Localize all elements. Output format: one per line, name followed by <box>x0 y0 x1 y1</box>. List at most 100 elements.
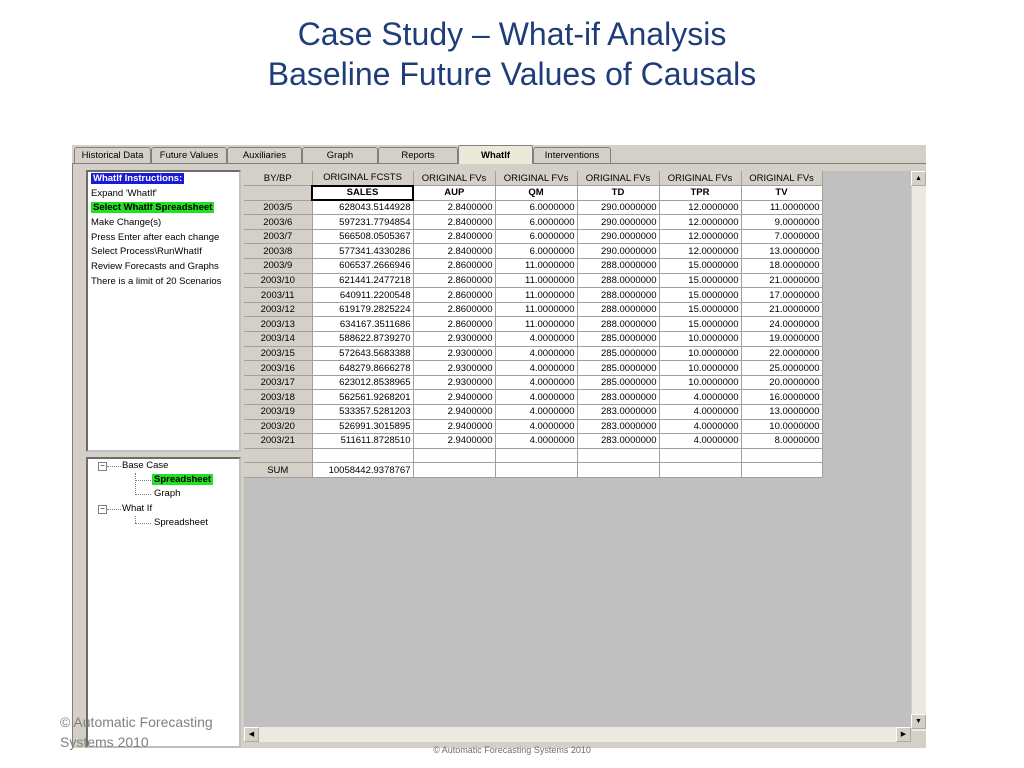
data-cell[interactable]: 13.0000000 <box>741 404 823 420</box>
data-cell[interactable]: 533357.5281203 <box>312 404 414 420</box>
data-cell[interactable]: 285.0000000 <box>577 360 660 376</box>
data-cell[interactable]: 4.0000000 <box>495 404 578 420</box>
data-cell[interactable]: 283.0000000 <box>577 419 660 435</box>
tree-node-base-case[interactable]: Base Case <box>122 459 168 473</box>
data-cell[interactable]: 18.0000000 <box>741 258 823 274</box>
empty-cell[interactable] <box>741 448 823 464</box>
data-cell[interactable]: 6.0000000 <box>495 214 578 230</box>
data-cell[interactable]: 2.9300000 <box>413 360 496 376</box>
empty-cell[interactable] <box>312 448 414 464</box>
data-cell[interactable]: 290.0000000 <box>577 229 660 245</box>
data-cell[interactable]: 288.0000000 <box>577 302 660 318</box>
data-cell[interactable]: 2.9400000 <box>413 433 496 449</box>
data-cell[interactable]: 2.8400000 <box>413 229 496 245</box>
data-cell[interactable]: 572643.5683388 <box>312 346 414 362</box>
data-cell[interactable]: 562561.9268201 <box>312 389 414 405</box>
data-cell[interactable]: 640911.2200548 <box>312 287 414 303</box>
empty-cell[interactable] <box>495 448 578 464</box>
tree-node-base-spreadsheet[interactable]: Spreadsheet <box>152 474 214 485</box>
variable-name-cell[interactable]: AUP <box>413 185 496 201</box>
data-cell[interactable]: 2.8400000 <box>413 200 496 216</box>
data-cell[interactable]: 623012.8538965 <box>312 375 414 391</box>
data-cell[interactable]: 290.0000000 <box>577 214 660 230</box>
data-cell[interactable]: 283.0000000 <box>577 389 660 405</box>
data-cell[interactable]: 6.0000000 <box>495 243 578 260</box>
data-cell[interactable]: 15.0000000 <box>659 302 742 318</box>
data-cell[interactable]: 20.0000000 <box>741 375 823 391</box>
data-cell[interactable]: 11.0000000 <box>495 258 578 274</box>
data-cell[interactable]: 4.0000000 <box>495 331 578 347</box>
variable-name-cell[interactable]: QM <box>495 185 578 201</box>
data-cell[interactable]: 10.0000000 <box>659 346 742 362</box>
data-cell[interactable]: 2.8600000 <box>413 273 496 289</box>
data-cell[interactable]: 10.0000000 <box>659 360 742 376</box>
data-cell[interactable]: 4.0000000 <box>659 389 742 405</box>
data-cell[interactable]: 2.9400000 <box>413 419 496 435</box>
data-cell[interactable]: 8.0000000 <box>741 433 823 449</box>
data-cell[interactable]: 634167.3511686 <box>312 316 414 333</box>
data-cell[interactable]: 2.9400000 <box>413 389 496 405</box>
data-cell[interactable]: 16.0000000 <box>741 389 823 405</box>
tab-whatif[interactable]: WhatIf <box>458 145 533 164</box>
data-cell[interactable]: 11.0000000 <box>741 200 823 216</box>
data-cell[interactable]: 4.0000000 <box>495 389 578 405</box>
horizontal-scrollbar[interactable]: ◀ ▶ <box>244 727 911 742</box>
empty-cell[interactable] <box>413 448 496 464</box>
scroll-down-arrow-icon[interactable]: ▼ <box>911 714 926 729</box>
data-cell[interactable]: 12.0000000 <box>659 229 742 245</box>
data-cell[interactable]: 288.0000000 <box>577 316 660 333</box>
data-cell[interactable]: 4.0000000 <box>495 346 578 362</box>
variable-name-cell[interactable]: TPR <box>659 185 742 201</box>
data-cell[interactable]: 4.0000000 <box>659 404 742 420</box>
data-cell[interactable]: 17.0000000 <box>741 287 823 303</box>
scroll-left-arrow-icon[interactable]: ◀ <box>244 727 259 742</box>
data-cell[interactable]: 11.0000000 <box>495 302 578 318</box>
data-cell[interactable]: 2.8600000 <box>413 302 496 318</box>
data-cell[interactable]: 21.0000000 <box>741 273 823 289</box>
variable-name-cell[interactable]: TV <box>741 185 823 201</box>
variable-name-cell[interactable]: TD <box>577 185 660 201</box>
tab-future-values[interactable]: Future Values <box>151 147 227 163</box>
tree-collapse-icon[interactable]: − <box>98 462 107 471</box>
data-cell[interactable]: 4.0000000 <box>495 419 578 435</box>
data-cell[interactable]: 15.0000000 <box>659 287 742 303</box>
tree-node-base-graph[interactable]: Graph <box>154 487 180 501</box>
data-cell[interactable]: 2.9400000 <box>413 404 496 420</box>
data-cell[interactable]: 526991.3015895 <box>312 419 414 435</box>
data-cell[interactable]: 9.0000000 <box>741 214 823 230</box>
data-cell[interactable]: 4.0000000 <box>495 375 578 391</box>
data-cell[interactable]: 2.8600000 <box>413 258 496 274</box>
data-cell[interactable]: 6.0000000 <box>495 200 578 216</box>
data-cell[interactable]: 2.8600000 <box>413 316 496 333</box>
data-cell[interactable]: 588622.8739270 <box>312 331 414 347</box>
tab-graph[interactable]: Graph <box>302 147 378 163</box>
data-cell[interactable]: 10.0000000 <box>659 375 742 391</box>
data-cell[interactable]: 566508.0505367 <box>312 229 414 245</box>
data-cell[interactable]: 290.0000000 <box>577 243 660 260</box>
data-cell[interactable]: 15.0000000 <box>659 258 742 274</box>
data-cell[interactable]: 11.0000000 <box>495 287 578 303</box>
data-cell[interactable]: 2.8400000 <box>413 243 496 260</box>
tab-auxiliaries[interactable]: Auxiliaries <box>227 147 302 163</box>
data-cell[interactable]: 283.0000000 <box>577 433 660 449</box>
data-cell[interactable]: 4.0000000 <box>659 419 742 435</box>
data-cell[interactable]: 4.0000000 <box>659 433 742 449</box>
data-cell[interactable]: 22.0000000 <box>741 346 823 362</box>
data-cell[interactable]: 283.0000000 <box>577 404 660 420</box>
data-cell[interactable]: 4.0000000 <box>495 433 578 449</box>
tree-node-whatif-spreadsheet[interactable]: Spreadsheet <box>154 516 208 530</box>
tree-collapse-icon[interactable]: − <box>98 505 107 514</box>
data-cell[interactable]: 511611.8728510 <box>312 433 414 449</box>
scroll-right-arrow-icon[interactable]: ▶ <box>896 727 911 742</box>
data-cell[interactable]: 621441.2477218 <box>312 273 414 289</box>
scroll-up-arrow-icon[interactable]: ▲ <box>911 171 926 186</box>
empty-cell[interactable] <box>659 448 742 464</box>
data-cell[interactable]: 2.8600000 <box>413 287 496 303</box>
data-cell[interactable]: 606537.2666946 <box>312 258 414 274</box>
data-cell[interactable]: 285.0000000 <box>577 375 660 391</box>
data-cell[interactable]: 24.0000000 <box>741 316 823 333</box>
data-cell[interactable]: 13.0000000 <box>741 243 823 260</box>
data-cell[interactable]: 288.0000000 <box>577 287 660 303</box>
data-cell[interactable]: 6.0000000 <box>495 229 578 245</box>
data-cell[interactable]: 2.9300000 <box>413 346 496 362</box>
